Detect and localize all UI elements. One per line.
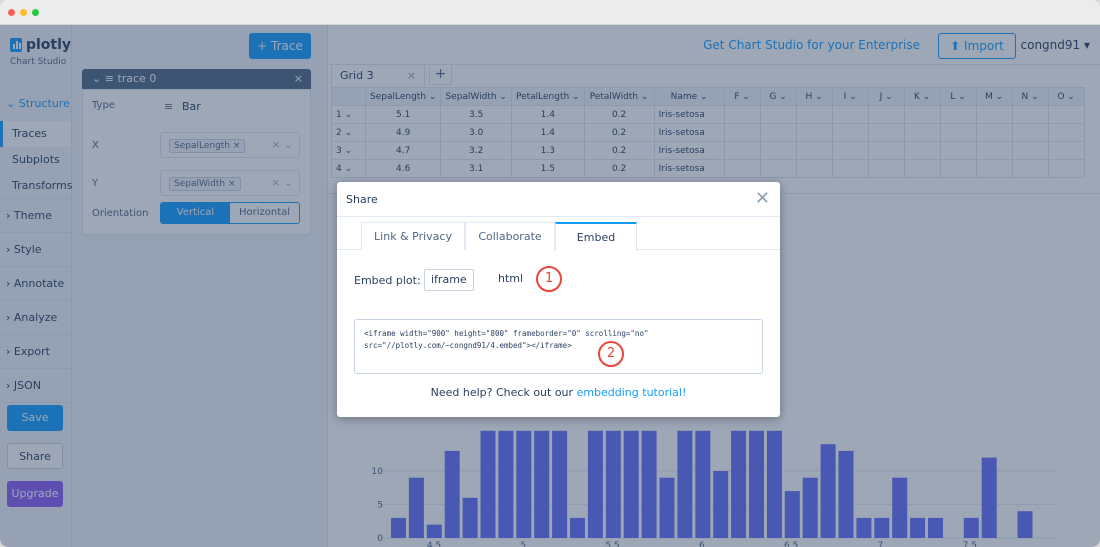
embed-option-html[interactable]: html — [492, 269, 529, 291]
tab-embed[interactable]: Embed — [555, 222, 637, 251]
share-modal: Share ✕ Link & Privacy Collaborate Embed… — [337, 182, 780, 417]
tab-collaborate[interactable]: Collaborate — [465, 222, 555, 250]
tab-link-privacy[interactable]: Link & Privacy — [361, 222, 465, 250]
close-window-dot[interactable] — [8, 9, 15, 16]
app-window: plotly Chart Studio ⌄ Structure Traces S… — [0, 0, 1100, 547]
modal-title: Share — [346, 193, 378, 206]
embed-plot-label: Embed plot: — [354, 274, 421, 287]
title-bar — [0, 0, 1100, 25]
callout-marker-1: 1 — [536, 266, 562, 292]
embed-option-iframe[interactable]: iframe — [424, 269, 474, 291]
callout-marker-2: 2 — [598, 341, 624, 367]
help-text: Need help? Check out our embedding tutor… — [430, 386, 687, 399]
embed-code-textarea[interactable]: <iframe width="900" height="800" framebo… — [354, 319, 763, 374]
embedding-tutorial-link[interactable]: embedding tutorial! — [577, 386, 687, 399]
minimize-window-dot[interactable] — [20, 9, 27, 16]
share-tabs: Link & Privacy Collaborate Embed — [337, 222, 780, 251]
maximize-window-dot[interactable] — [32, 9, 39, 16]
modal-header: Share ✕ — [337, 182, 780, 217]
close-icon[interactable]: ✕ — [755, 190, 770, 208]
